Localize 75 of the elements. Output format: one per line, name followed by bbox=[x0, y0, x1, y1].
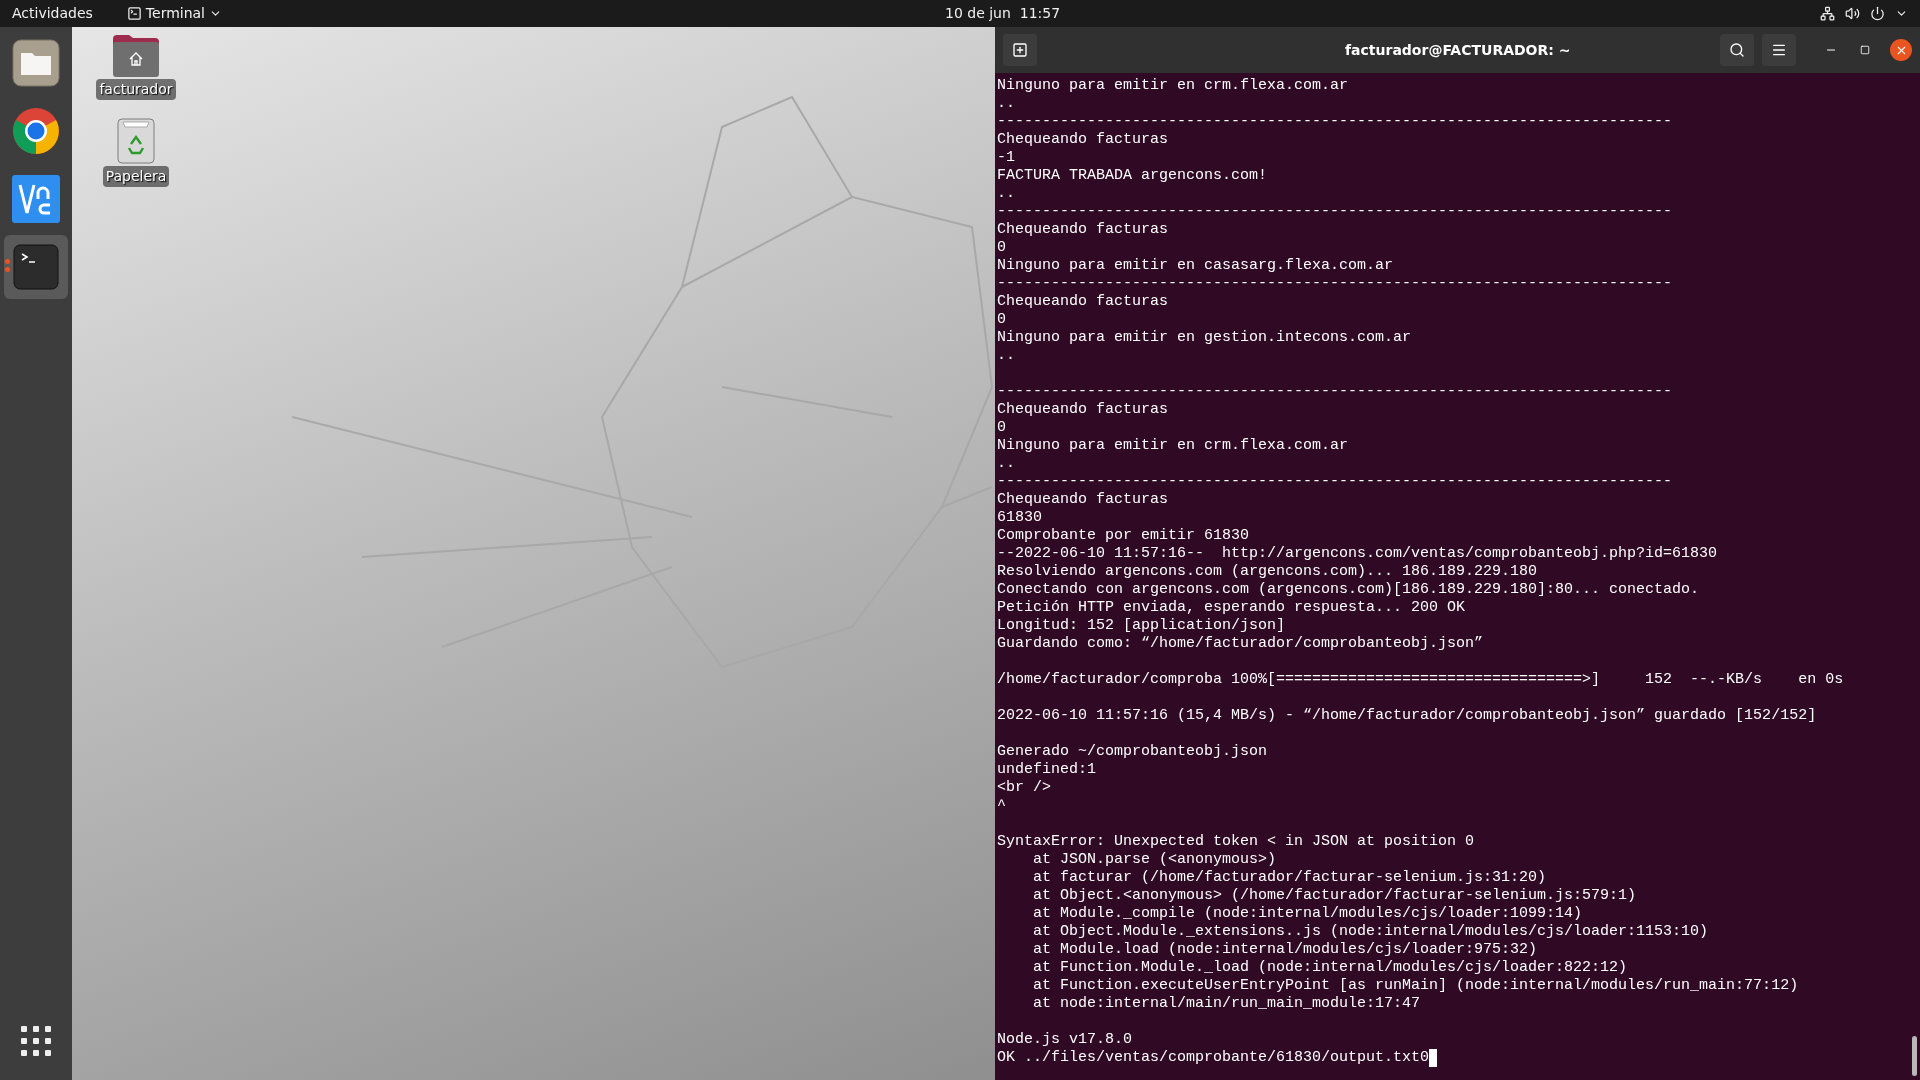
activities-button[interactable]: Actividades bbox=[12, 3, 93, 24]
terminal-line: Comprobante por emitir 61830 bbox=[997, 527, 1250, 545]
scrollbar-thumb[interactable] bbox=[1912, 1036, 1917, 1076]
search-icon bbox=[1729, 42, 1745, 58]
terminal-line: <br /> bbox=[997, 779, 1051, 797]
browser-icon[interactable] bbox=[12, 107, 60, 155]
terminal-line: 0 bbox=[997, 419, 1006, 437]
terminal-line: --------------------------------------------------------------------------- bbox=[997, 473, 1673, 491]
terminal-line: at Object.<anonymous> (/home/facturador/facturar-selenium.js:579:1) bbox=[1032, 887, 1637, 905]
search-button[interactable] bbox=[1720, 34, 1754, 66]
terminal-icon[interactable] bbox=[13, 244, 59, 290]
terminal-line: FACTURA TRABADA argencons.com! bbox=[997, 167, 1268, 185]
terminal-line: at facturar (/home/facturador/facturar-selenium.js:31:20) bbox=[1032, 869, 1547, 887]
terminal-line: Guardando como: “/home/facturador/comprobanteobj.json” bbox=[997, 635, 1484, 653]
remote-desktop-icon[interactable] bbox=[12, 175, 60, 223]
network-icon[interactable] bbox=[1820, 6, 1835, 21]
files-icon[interactable] bbox=[12, 39, 60, 87]
terminal-line: --------------------------------------------------------------------------- bbox=[997, 383, 1673, 401]
app-grid-icon[interactable] bbox=[21, 1026, 51, 1056]
terminal-line: --------------------------------------------------------------------------- bbox=[997, 203, 1673, 221]
terminal-line: 0 bbox=[997, 311, 1006, 329]
terminal-line: Petición HTTP enviada, esperando respuesta... 200 OK bbox=[997, 599, 1466, 617]
terminal-line: .. bbox=[997, 347, 1015, 365]
terminal-line: .. bbox=[997, 185, 1015, 203]
terminal-line: --2022-06-10 11:57:16-- http://argencons.com/ventas/comprobanteobj.php?id=61830 bbox=[997, 545, 1718, 563]
terminal-line: Conectando con argencons.com (argencons.com)[186.189.229.180]:80... conectado. bbox=[997, 581, 1700, 599]
terminal-line: at Object.Module._extensions..js (node:internal/modules/cjs/loader:1153:10) bbox=[1032, 923, 1709, 941]
terminal-line: at Module.load (node:internal/modules/cjs/loader:975:32) bbox=[1032, 941, 1538, 959]
menu-button[interactable] bbox=[1762, 34, 1796, 66]
terminal-line: at Function.Module._load (node:internal/modules/cjs/loader:822:12) bbox=[1032, 959, 1628, 977]
plus-icon bbox=[1012, 42, 1028, 58]
terminal-line: -1 bbox=[997, 149, 1015, 167]
terminal-line: Generado ~/comprobanteobj.json bbox=[997, 743, 1268, 761]
terminal-line: 0 bbox=[997, 239, 1006, 257]
power-icon[interactable] bbox=[1870, 6, 1885, 21]
new-tab-button[interactable] bbox=[1003, 34, 1037, 66]
terminal-line: at JSON.parse (<anonymous>) bbox=[1032, 851, 1277, 869]
terminal-line: --------------------------------------------------------------------------- bbox=[997, 275, 1673, 293]
terminal-line: Chequeando facturas bbox=[997, 293, 1169, 311]
terminal-line: Chequeando facturas bbox=[997, 131, 1169, 149]
terminal-line: /home/facturador/comproba 100%[==================================>] 152 --.-KB/s en 0s bbox=[997, 671, 1844, 689]
terminal-line: Chequeando facturas bbox=[997, 491, 1169, 509]
terminal-line: Resolviendo argencons.com (argencons.com)... 186.189.229.180 bbox=[997, 563, 1538, 581]
terminal-line: SyntaxError: Unexpected token < in JSON at position 0 bbox=[997, 833, 1475, 851]
terminal-line: Node.js v17.8.0 bbox=[997, 1031, 1133, 1049]
app-menu[interactable]: Terminal bbox=[126, 3, 222, 24]
maximize-icon bbox=[1860, 45, 1870, 55]
trash-icon[interactable] bbox=[117, 118, 155, 164]
terminal-icon bbox=[126, 6, 142, 21]
terminal-line: --------------------------------------------------------------------------- bbox=[997, 113, 1673, 131]
terminal-line: 2022-06-10 11:57:16 (15,4 MB/s) - “/home/facturador/comprobanteobj.json” guardado [152/152] bbox=[997, 707, 1817, 725]
clock[interactable]: 10 de jun 11:57 bbox=[945, 3, 1061, 24]
window-title: facturador@FACTURADOR: ~ bbox=[1345, 40, 1571, 60]
terminal-line: Ninguno para emitir en casasarg.flexa.com.ar bbox=[997, 257, 1394, 275]
terminal-line: at Module._compile (node:internal/modules/cjs/loader:1099:14) bbox=[1032, 905, 1583, 923]
terminal-line: 61830 bbox=[997, 509, 1042, 527]
terminal-line: Chequeando facturas bbox=[997, 221, 1169, 239]
terminal-line: at Function.executeUserEntryPoint [as runMain] (node:internal/modules/run_main:77:12) bbox=[1032, 977, 1799, 995]
terminal-line: .. bbox=[997, 455, 1015, 473]
terminal-line: Longitud: 152 [application/json] bbox=[997, 617, 1286, 635]
home-folder-icon[interactable] bbox=[113, 35, 159, 77]
terminal-line: at node:internal/main/run_main_module:17:47 bbox=[1032, 995, 1421, 1013]
terminal-line: undefined:1 bbox=[997, 761, 1097, 779]
close-button[interactable] bbox=[1890, 39, 1912, 61]
terminal-line: Ninguno para emitir en gestion.intecons.com.ar bbox=[997, 329, 1412, 347]
volume-icon[interactable] bbox=[1845, 6, 1860, 21]
terminal-line: Ninguno para emitir en crm.flexa.com.ar bbox=[997, 437, 1349, 455]
terminal-line: .. bbox=[997, 95, 1015, 113]
terminal-line: OK ../files/ventas/comprobante/61830/output.txt0 bbox=[997, 1049, 1430, 1067]
desktop-icon-label[interactable]: Papelera bbox=[102, 166, 170, 187]
terminal-line: Chequeando facturas bbox=[997, 401, 1169, 419]
menu-icon bbox=[1771, 42, 1787, 58]
terminal-line: Ninguno para emitir en crm.flexa.com.ar bbox=[997, 77, 1349, 95]
terminal-line: ^ bbox=[997, 797, 1006, 815]
desktop-icon-label[interactable]: facturador bbox=[96, 79, 176, 100]
